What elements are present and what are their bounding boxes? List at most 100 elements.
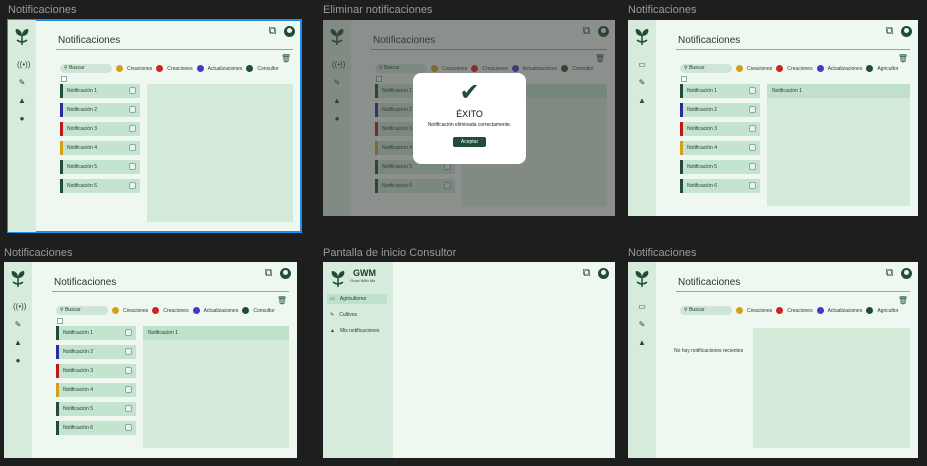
- nav-agricultores[interactable]: ▭ Agricultores: [327, 294, 387, 304]
- plant-icon[interactable]: ✎: [637, 78, 647, 88]
- trash-icon[interactable]: 🗑: [281, 54, 291, 63]
- list-item[interactable]: Notificación 6: [60, 179, 140, 193]
- tractor-icon[interactable]: ▭: [637, 60, 647, 70]
- search-input[interactable]: ⚲ Buscar: [56, 306, 108, 315]
- avatar[interactable]: [280, 268, 291, 279]
- item-checkbox[interactable]: [129, 106, 136, 113]
- sidebar: ▭ ✎ ▲: [628, 262, 656, 458]
- export-icon[interactable]: ⧉: [884, 268, 895, 279]
- item-checkbox[interactable]: [125, 367, 132, 374]
- plant-icon[interactable]: ✎: [637, 320, 647, 330]
- legend-label: Creaciones: [167, 65, 193, 72]
- signal-icon[interactable]: ((•)): [13, 302, 26, 312]
- trash-icon[interactable]: 🗑: [898, 54, 908, 63]
- legend-dot: [736, 307, 743, 314]
- avatar[interactable]: [598, 268, 609, 279]
- filter-bar: ⚲ Buscar Creaciones Creaciones Actualiza…: [60, 64, 295, 73]
- list-item[interactable]: Notificación 3: [680, 122, 760, 136]
- list-item[interactable]: Notificación 5: [56, 402, 136, 416]
- list-item[interactable]: Notificación 5: [680, 160, 760, 174]
- item-checkbox[interactable]: [129, 144, 136, 151]
- avatar[interactable]: [284, 26, 295, 37]
- nav-cultivos[interactable]: ✎ Cultivos: [327, 310, 387, 320]
- item-checkbox[interactable]: [129, 163, 136, 170]
- avatar[interactable]: [901, 26, 912, 37]
- sidebar: GWM Grow With Me ▭ Agricultores ✎ Cultivos…: [323, 262, 393, 458]
- plant-logo-icon: [331, 271, 345, 287]
- select-all-checkbox[interactable]: [681, 76, 687, 82]
- sidebar: ((•)) ✎ ▲ ●: [8, 20, 36, 232]
- trash-icon[interactable]: 🗑: [898, 296, 908, 305]
- item-checkbox[interactable]: [125, 386, 132, 393]
- list-item[interactable]: Notificación 4: [56, 383, 136, 397]
- accept-button[interactable]: Aceptar: [452, 137, 487, 147]
- frame-notificaciones-1[interactable]: ((•)) ✎ ▲ ● ⧉ Notificaciones 🗑 ⚲ Buscar …: [7, 19, 302, 233]
- users-icon[interactable]: ●: [17, 114, 27, 124]
- item-checkbox[interactable]: [749, 125, 756, 132]
- plant-logo-icon: [15, 29, 29, 45]
- export-icon[interactable]: ⧉: [263, 268, 274, 279]
- legend-dot: [156, 65, 164, 72]
- list-item[interactable]: Notificación 1: [680, 84, 760, 98]
- frame-title-5: Pantalla de inicio Consultor: [323, 247, 457, 259]
- legend-label: Actualizaciones: [827, 307, 863, 314]
- list-item[interactable]: Notificación 2: [60, 103, 140, 117]
- item-checkbox[interactable]: [749, 87, 756, 94]
- legend-label: Actualizaciones: [827, 65, 863, 72]
- item-checkbox[interactable]: [129, 125, 136, 132]
- list-item[interactable]: Notificación 4: [60, 141, 140, 155]
- plant-icon[interactable]: ✎: [13, 320, 23, 330]
- bell-icon[interactable]: ▲: [637, 96, 647, 106]
- plant-logo-icon: [11, 271, 25, 287]
- search-input[interactable]: ⚲ Buscar: [680, 306, 732, 315]
- bell-icon[interactable]: ▲: [13, 338, 23, 348]
- export-icon[interactable]: ⧉: [267, 26, 278, 37]
- bell-icon[interactable]: ▲: [17, 96, 27, 106]
- list-item[interactable]: Notificación 5: [60, 160, 140, 174]
- list-item[interactable]: Notificación 2: [56, 345, 136, 359]
- bell-icon[interactable]: ▲: [637, 338, 647, 348]
- list-item[interactable]: Notificación 1: [56, 326, 136, 340]
- list-item[interactable]: Notificación 6: [56, 421, 136, 435]
- item-checkbox[interactable]: [125, 405, 132, 412]
- legend-label: Actualizaciones: [207, 65, 243, 72]
- search-input[interactable]: ⚲ Buscar: [680, 64, 732, 73]
- item-checkbox[interactable]: [125, 329, 132, 336]
- item-checkbox[interactable]: [749, 144, 756, 151]
- export-icon[interactable]: ⧉: [884, 26, 895, 37]
- empty-message: No hay notificaciones recientes: [674, 348, 744, 354]
- legend-dot: [112, 307, 119, 314]
- list-item[interactable]: Notificación 4: [680, 141, 760, 155]
- legend-label: Consultor: [257, 65, 279, 72]
- tractor-icon: ▭: [330, 296, 335, 302]
- list-item[interactable]: Notificación 3: [56, 364, 136, 378]
- item-checkbox[interactable]: [749, 163, 756, 170]
- list-item[interactable]: Notificación 6: [680, 179, 760, 193]
- frame-notificaciones-agricultor: ▭ ✎ ▲ ⧉ Notificaciones 🗑 ⚲ Buscar Creaci…: [628, 20, 918, 216]
- export-icon[interactable]: ⧉: [581, 268, 592, 279]
- users-icon[interactable]: ●: [13, 356, 23, 366]
- divider: [676, 291, 910, 292]
- sidebar: ((•)) ✎ ▲ ●: [4, 262, 32, 458]
- legend-label: Creaciones: [163, 307, 189, 314]
- plant-icon[interactable]: ✎: [17, 78, 27, 88]
- legend-dot: [116, 65, 123, 72]
- search-input[interactable]: ⚲ Buscar: [60, 64, 112, 73]
- tractor-icon[interactable]: ▭: [637, 302, 647, 312]
- item-checkbox[interactable]: [749, 182, 756, 189]
- select-all-checkbox[interactable]: [61, 76, 67, 82]
- list-item[interactable]: Notificación 2: [680, 103, 760, 117]
- detail-header: Notificación 1: [767, 84, 910, 98]
- list-item[interactable]: Notificación 1: [60, 84, 140, 98]
- list-item[interactable]: Notificación 3: [60, 122, 140, 136]
- item-checkbox[interactable]: [129, 87, 136, 94]
- item-checkbox[interactable]: [129, 182, 136, 189]
- item-checkbox[interactable]: [125, 424, 132, 431]
- signal-icon[interactable]: ((•)): [17, 60, 30, 70]
- item-checkbox[interactable]: [125, 348, 132, 355]
- nav-notificaciones[interactable]: ▲ Mis notificaciones: [327, 326, 387, 336]
- trash-icon[interactable]: 🗑: [277, 296, 287, 305]
- item-checkbox[interactable]: [749, 106, 756, 113]
- select-all-checkbox[interactable]: [57, 318, 63, 324]
- avatar[interactable]: [901, 268, 912, 279]
